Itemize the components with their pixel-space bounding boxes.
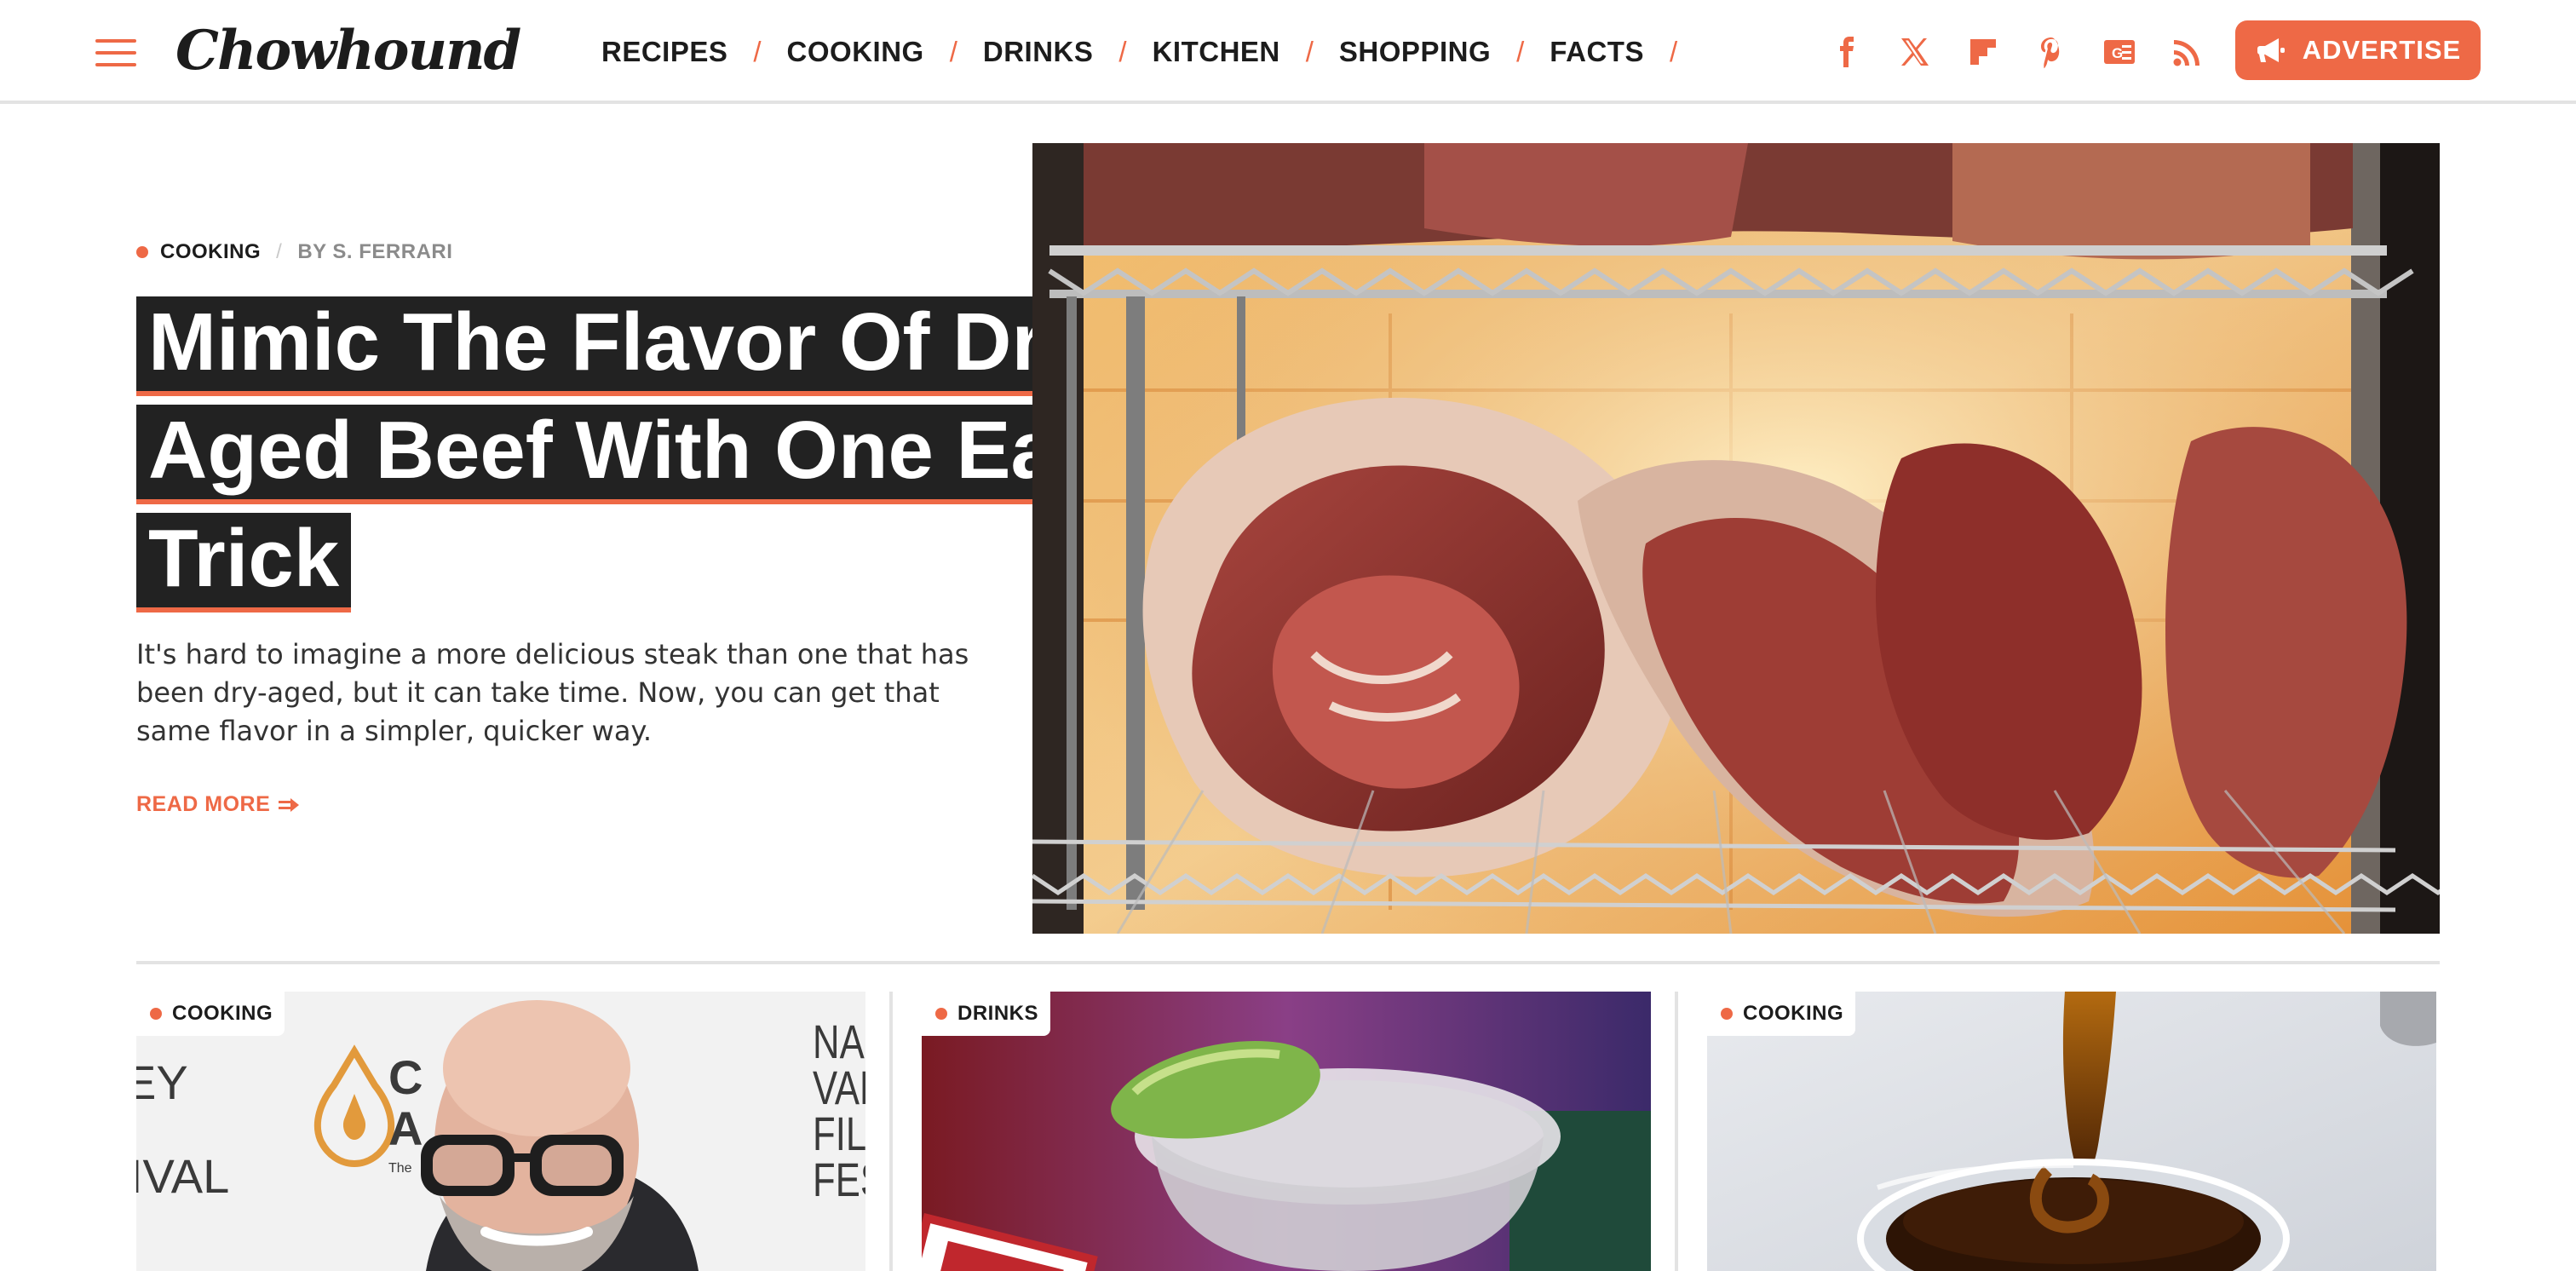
flipboard-icon[interactable] (1966, 35, 2000, 69)
megaphone-icon (2257, 38, 2285, 62)
nav-drinks[interactable]: DRINKS (983, 36, 1094, 68)
article-card[interactable]: COOKING EY IVAL C A The NAPA VALLEY FILM… (136, 992, 865, 1271)
hero-category[interactable]: COOKING (160, 240, 261, 264)
hero-author[interactable]: BY S. FERRARI (297, 240, 452, 264)
google-news-icon[interactable]: G (2102, 35, 2136, 69)
card-image-text-4: FESTIV (813, 1153, 865, 1206)
nav-shopping[interactable]: SHOPPING (1339, 36, 1491, 68)
category-dot (150, 1008, 162, 1020)
card-image-text-left-1: EY (136, 1055, 188, 1109)
svg-text:A: A (388, 1101, 423, 1155)
hero-title-text: Mimic The Flavor Of Dry-Aged Beef With O… (136, 296, 1159, 607)
meta-separator: / (276, 240, 283, 263)
x-icon[interactable] (1898, 35, 1932, 69)
nav-separator: / (1118, 36, 1127, 67)
nav-separator: / (1305, 36, 1314, 67)
card-category-label: DRINKS (957, 1002, 1039, 1025)
svg-text:G: G (2112, 45, 2123, 61)
card-category-label: COOKING (172, 1002, 273, 1025)
article-card[interactable]: COOKING (1707, 992, 2436, 1271)
hero-meta: COOKING / BY S. FERRARI (136, 240, 452, 264)
card-divider (889, 992, 893, 1271)
card-category-tag[interactable]: DRINKS (922, 992, 1051, 1036)
card-divider (1675, 992, 1678, 1271)
category-dot (1721, 1008, 1733, 1020)
hero-image-dry-aged-beef[interactable] (1032, 143, 2440, 934)
nav-separator: / (1669, 36, 1678, 67)
nav-separator: / (753, 36, 762, 67)
nav-separator: / (1516, 36, 1525, 67)
site-logo[interactable]: Chowhound (175, 17, 521, 85)
card-category-tag[interactable]: COOKING (136, 992, 285, 1036)
nav-separator: / (949, 36, 957, 67)
rss-icon[interactable] (2171, 35, 2205, 69)
read-more-label: READ MORE (136, 792, 271, 816)
nav-kitchen[interactable]: KITCHEN (1153, 36, 1280, 68)
card-category-tag[interactable]: COOKING (1707, 992, 1856, 1036)
arrow-right-icon (279, 797, 300, 812)
main-nav: RECIPES / COOKING / DRINKS / KITCHEN / SHOPP… (601, 32, 1703, 72)
category-dot (935, 1008, 947, 1020)
hero-description: It's hard to imagine a more delicious st… (136, 638, 969, 747)
social-links: G (1830, 31, 2205, 73)
pinterest-icon[interactable] (2034, 35, 2068, 69)
svg-text:C: C (388, 1050, 423, 1104)
nav-recipes[interactable]: RECIPES (601, 36, 727, 68)
nav-cooking[interactable]: COOKING (787, 36, 924, 68)
site-header: Chowhound RECIPES / COOKING / DRINKS / KITC… (0, 0, 2576, 104)
read-more-link[interactable]: READ MORE (136, 792, 301, 817)
hamburger-menu-icon[interactable] (95, 39, 136, 66)
facebook-icon[interactable] (1830, 35, 1864, 69)
article-card[interactable]: DRINKS (922, 992, 1651, 1271)
card-image-text-left-2: IVAL (136, 1149, 229, 1203)
card-category-label: COOKING (1743, 1002, 1844, 1025)
nav-facts[interactable]: FACTS (1550, 36, 1644, 68)
advertise-label: ADVERTISE (2302, 35, 2462, 65)
svg-text:The: The (388, 1161, 412, 1176)
section-divider (136, 961, 2440, 964)
category-dot (136, 246, 148, 258)
advertise-button[interactable]: ADVERTISE (2235, 20, 2481, 80)
